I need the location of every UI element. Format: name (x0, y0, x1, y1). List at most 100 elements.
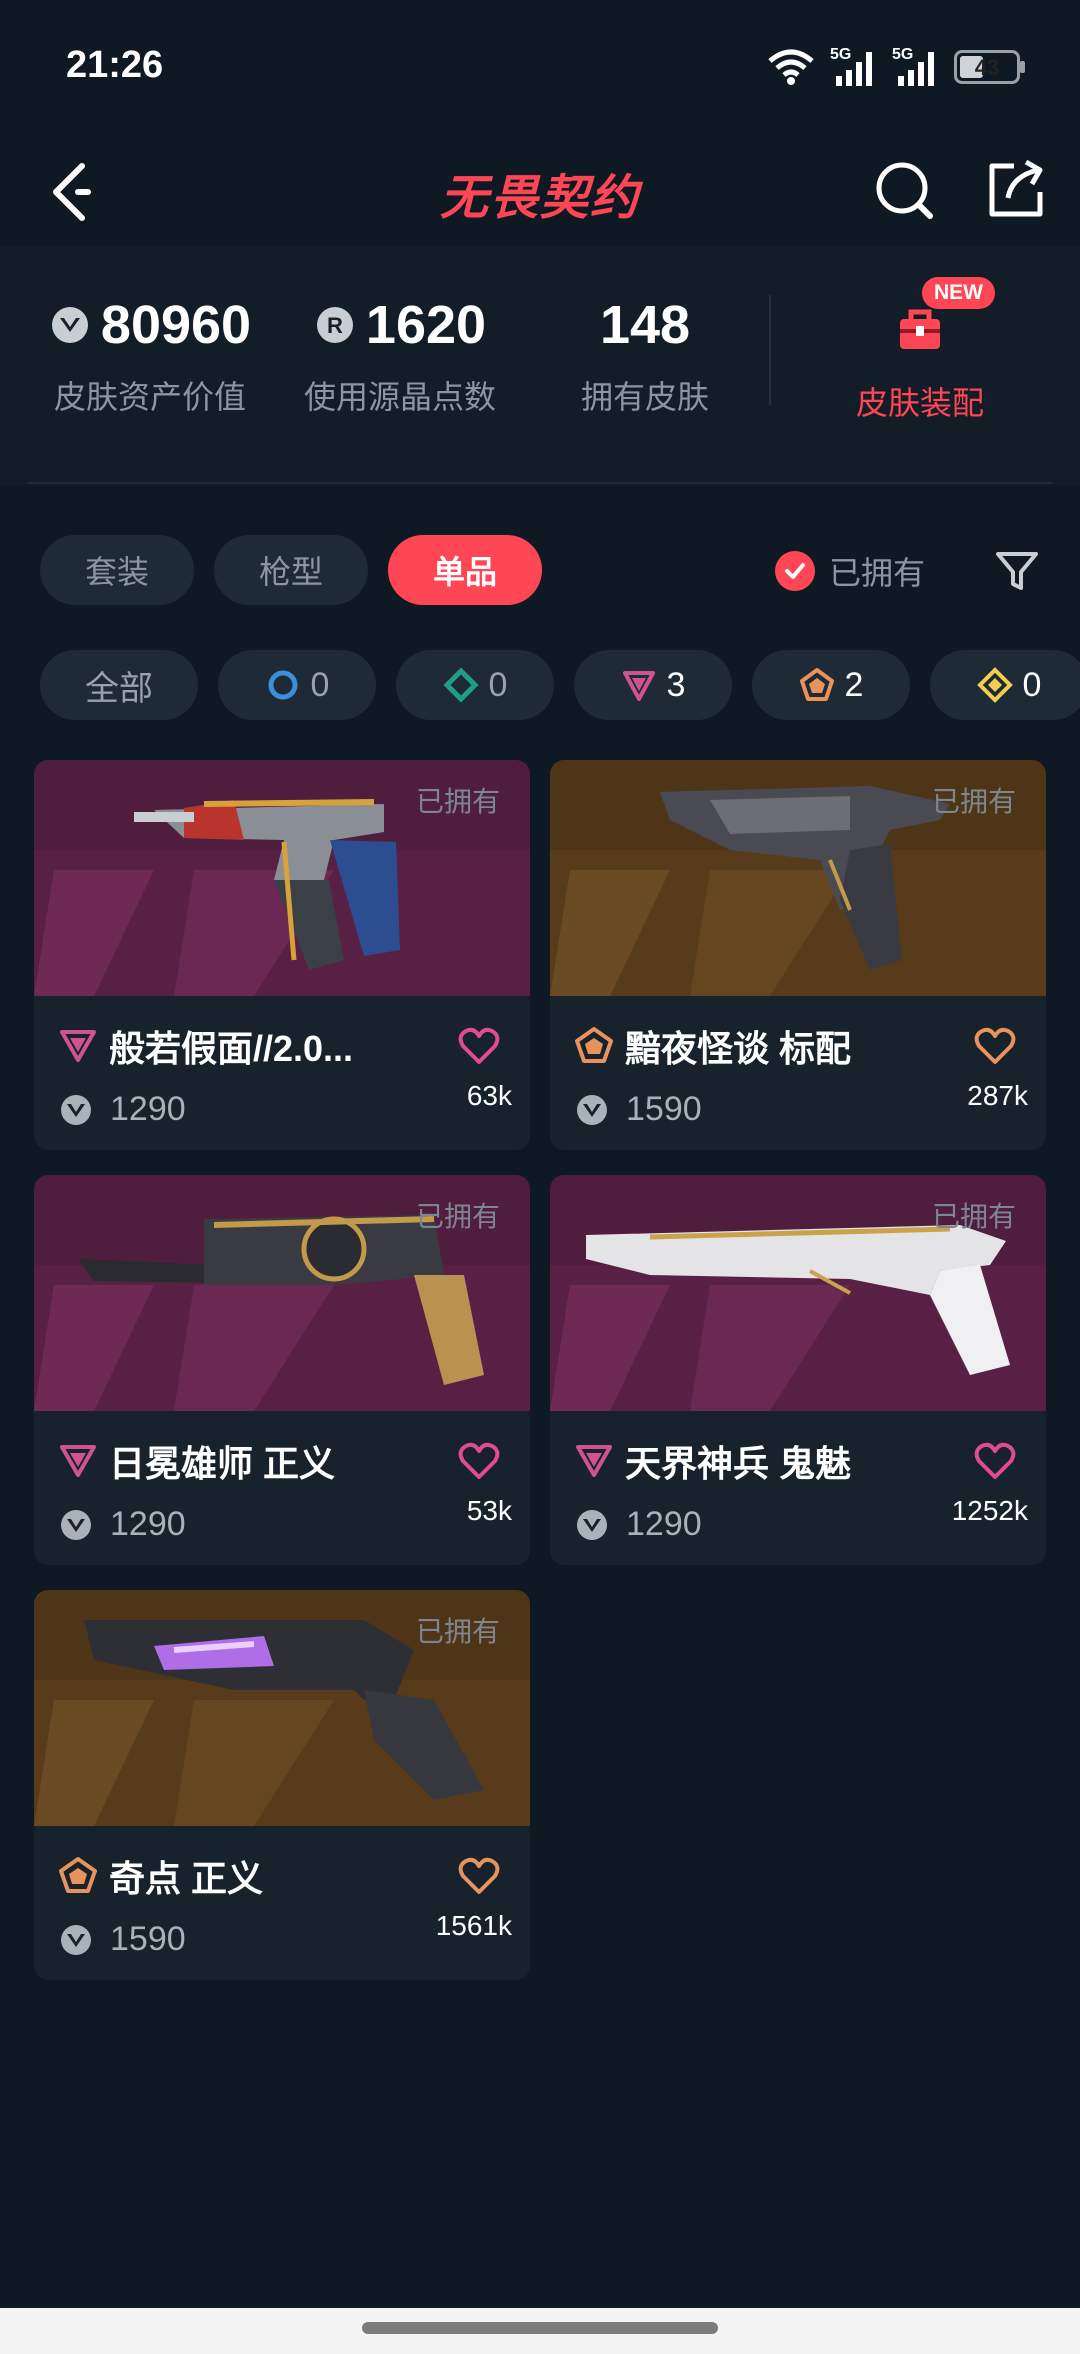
price: 1290 (58, 1505, 186, 1544)
vp-icon (58, 1507, 94, 1543)
signal-icon-1: 5G (830, 46, 878, 88)
vp-icon (58, 1922, 94, 1958)
price: 1590 (574, 1090, 702, 1129)
premium-tier-icon (622, 671, 655, 701)
skin-name: 般若假面//2.0... (109, 1028, 354, 1069)
owned-label: 已拥有 (415, 1616, 500, 1647)
stat-value: 148 (599, 295, 691, 355)
premium-tier-icon (58, 1441, 98, 1481)
price-value: 1590 (626, 1090, 702, 1128)
tier-filter-chips: 全部 0 0 3 2 0 (40, 650, 1080, 720)
exclusive-tier-icon (799, 668, 834, 701)
owned-label: 已拥有 (931, 786, 1016, 817)
likes-count: 63k (466, 1080, 512, 1111)
status-bar: 21:26 5G 5G 43 (0, 0, 1080, 140)
chip-select-tier[interactable]: 0 (218, 650, 376, 720)
heart-icon[interactable] (974, 1441, 1016, 1481)
vp-icon (574, 1507, 610, 1543)
price-value: 1290 (110, 1090, 186, 1128)
chip-count: 3 (666, 665, 686, 704)
skin-name: 天界神兵 鬼魅 (625, 1443, 852, 1484)
chip-deluxe-tier[interactable]: 0 (396, 650, 554, 720)
skin-name: 黯夜怪谈 标配 (625, 1028, 852, 1069)
likes-count: 1252k (951, 1495, 1028, 1526)
chip-exclusive-tier[interactable]: 2 (752, 650, 910, 720)
status-time: 21:26 (66, 44, 164, 86)
heart-icon[interactable] (458, 1856, 500, 1896)
chip-premium-tier[interactable]: 3 (574, 650, 732, 720)
vp-icon (51, 307, 88, 343)
chip-count: 0 (488, 665, 508, 704)
stats-divider (769, 295, 771, 405)
skin-card[interactable]: 已拥有 天界神兵 鬼魅 1290 1252k (550, 1175, 1046, 1565)
tab-items[interactable]: 单品 (388, 535, 543, 605)
skin-card[interactable]: 已拥有 般若假面//2.0... 1290 63k (34, 760, 530, 1150)
app-header: 无畏契约 (0, 140, 1080, 245)
price-value: 1290 (110, 1505, 186, 1543)
navigation-bar (0, 2308, 1080, 2354)
stat-label: 拥有皮肤 (580, 379, 709, 415)
owned-label: 已拥有 (415, 786, 500, 817)
stat-asset-value: 80960 皮肤资产价值 (40, 290, 260, 418)
owned-filter-toggle[interactable]: 已拥有 (775, 548, 925, 594)
likes-count: 287k (967, 1080, 1028, 1111)
filter-icon[interactable] (992, 546, 1042, 596)
skin-loadout-label: 皮肤装配 (855, 385, 984, 421)
skin-image: 已拥有 (34, 1590, 530, 1826)
heart-icon[interactable] (458, 1026, 500, 1066)
stat-label: 使用源晶点数 (303, 379, 496, 415)
view-tabs: 套装 枪型 单品 (40, 535, 543, 605)
vp-icon (58, 1092, 94, 1128)
price: 1290 (58, 1090, 186, 1129)
tab-weapon-types[interactable]: 枪型 (214, 535, 369, 605)
chip-count: 2 (844, 665, 864, 704)
search-icon[interactable] (870, 156, 940, 226)
skin-image: 已拥有 (550, 1175, 1046, 1411)
battery-icon: 43 (954, 50, 1025, 84)
price: 1590 (58, 1920, 186, 1959)
chip-count: 0 (1022, 665, 1042, 704)
skin-image: 已拥有 (34, 760, 530, 996)
tab-bundles[interactable]: 套装 (40, 535, 195, 605)
chip-all[interactable]: 全部 (40, 650, 198, 720)
status-icons: 5G 5G 43 (766, 46, 1025, 88)
stat-label: 皮肤资产价值 (53, 379, 246, 415)
home-gesture-handle[interactable] (362, 2322, 718, 2334)
likes-count: 53k (466, 1495, 512, 1526)
select-tier-icon (268, 670, 298, 700)
skin-stats-panel: 80960 皮肤资产价值 R 1620 使用源晶点数 148 拥有皮肤 NEW … (0, 245, 1080, 485)
skin-image: 已拥有 (34, 1175, 530, 1411)
price-value: 1290 (626, 1505, 702, 1543)
premium-tier-icon (58, 1026, 98, 1066)
stat-value: 1620 (365, 295, 487, 355)
exclusive-tier-icon (58, 1856, 98, 1896)
ultra-tier-icon (976, 667, 1013, 703)
radianite-icon: R (316, 307, 353, 343)
owned-filter-label: 已拥有 (829, 555, 926, 591)
chip-count: 0 (310, 665, 330, 704)
signal-icon-2: 5G (892, 46, 940, 88)
price: 1290 (574, 1505, 702, 1544)
price-value: 1590 (110, 1920, 186, 1958)
skin-image: 已拥有 (550, 760, 1046, 996)
exclusive-tier-icon (574, 1026, 614, 1066)
skin-card[interactable]: 已拥有 奇点 正义 1590 1561k (34, 1590, 530, 1980)
owned-label: 已拥有 (931, 1201, 1016, 1232)
stat-value: 80960 (100, 295, 252, 355)
likes-count: 1561k (435, 1910, 512, 1941)
premium-tier-icon (574, 1441, 614, 1481)
heart-icon[interactable] (974, 1026, 1016, 1066)
battery-level: 43 (974, 55, 1000, 80)
skin-card[interactable]: 已拥有 日冕雄师 正义 1290 53k (34, 1175, 530, 1565)
owned-label: 已拥有 (415, 1201, 500, 1232)
skin-card[interactable]: 已拥有 黯夜怪谈 标配 1590 287k (550, 760, 1046, 1150)
vp-icon (574, 1092, 610, 1128)
heart-icon[interactable] (458, 1441, 500, 1481)
skin-loadout-button[interactable]: NEW 皮肤装配 (820, 277, 1020, 424)
chip-label: 全部 (85, 669, 153, 708)
deluxe-tier-icon (442, 667, 479, 703)
chip-ultra-tier[interactable]: 0 (930, 650, 1080, 720)
share-icon[interactable] (980, 154, 1050, 224)
section-divider (28, 482, 1052, 484)
skin-name: 日冕雄师 正义 (109, 1443, 336, 1484)
